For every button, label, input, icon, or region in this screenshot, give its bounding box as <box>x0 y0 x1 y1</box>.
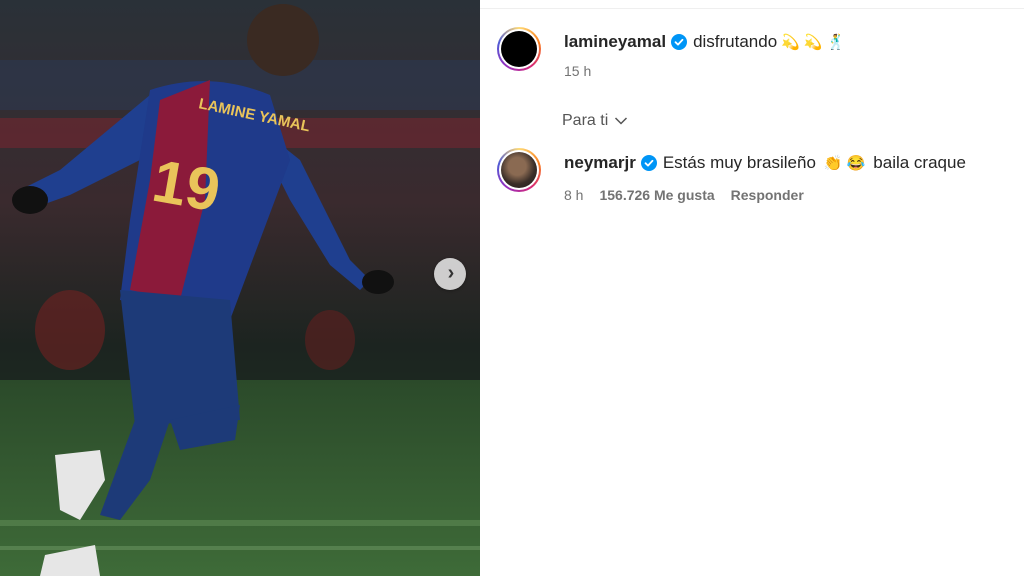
comments-panel <box>480 0 1024 576</box>
author-avatar[interactable] <box>497 27 541 71</box>
comment-likes[interactable]: 156.726 Me gusta <box>599 187 714 203</box>
post-caption: disfrutando <box>693 32 778 51</box>
sort-dropdown[interactable]: Para ti <box>562 112 628 130</box>
caption-emoji-2: 💫 <box>803 34 823 51</box>
next-photo-button[interactable]: › <box>434 258 466 290</box>
comment-avatar[interactable] <box>497 148 541 192</box>
player-image: LAMINE YAMAL 19 <box>0 0 480 576</box>
comment-emoji-1: 👏 <box>823 155 843 172</box>
verified-badge-icon <box>671 34 688 50</box>
chevron-right-icon: › <box>447 262 455 284</box>
caption-emoji-3: 🕺 <box>826 34 846 51</box>
post-photo: LAMINE YAMAL 19 › <box>0 0 480 576</box>
comment-timestamp[interactable]: 8 h <box>564 187 583 203</box>
comment-text-a: Estás muy brasileño <box>662 153 816 172</box>
caption-emoji-1: 💫 <box>781 34 800 51</box>
comment-meta: 8 h 156.726 Me gusta Responder <box>564 187 804 203</box>
caption-row: lamineyamal disfrutando 💫 💫 🕺 <box>564 32 845 52</box>
verified-badge-icon <box>640 155 657 171</box>
comment-text-b: baila craque <box>873 153 966 172</box>
reply-button[interactable]: Responder <box>731 187 804 203</box>
jersey-number: 19 <box>148 147 225 225</box>
panel-divider <box>480 8 1024 9</box>
chevron-down-icon <box>615 117 628 125</box>
post-author-username[interactable]: lamineyamal <box>564 32 666 52</box>
sort-label: Para ti <box>562 112 609 129</box>
comment-author-username[interactable]: neymarjr <box>564 153 636 173</box>
comment-row: neymarjr Estás muy brasileño 👏 😂 baila c… <box>564 153 966 173</box>
post-timestamp[interactable]: 15 h <box>564 63 591 79</box>
comment-emoji-2: 😂 <box>846 155 866 172</box>
post-meta: 15 h <box>564 63 591 79</box>
